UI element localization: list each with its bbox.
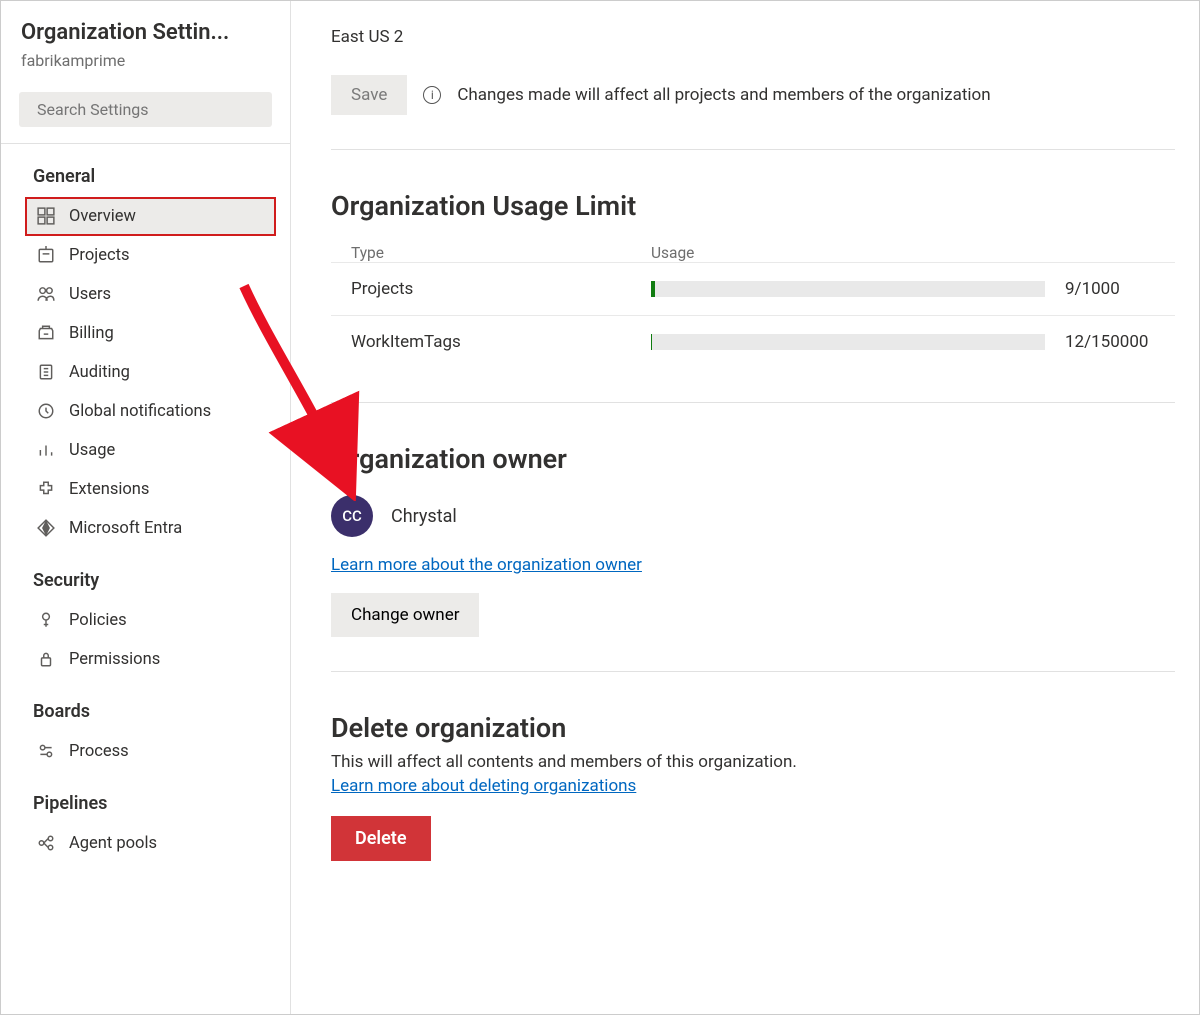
usage-icon	[37, 441, 55, 459]
search-settings-input[interactable]	[37, 100, 262, 119]
scrollbar-up-icon[interactable]: ▲	[290, 1, 291, 15]
sidebar-item-label: Projects	[69, 246, 130, 265]
projects-icon	[37, 246, 55, 264]
sidebar-item-extensions[interactable]: Extensions	[1, 470, 290, 509]
process-icon	[37, 742, 55, 760]
sidebar-item-label: Billing	[69, 324, 114, 343]
save-button[interactable]: Save	[331, 75, 407, 115]
sidebar-item-process[interactable]: Process	[1, 732, 290, 771]
usage-limit-heading: Organization Usage Limit	[331, 190, 1175, 222]
usage-value: 12/150000	[1065, 332, 1175, 352]
usage-bar	[651, 334, 1045, 350]
change-owner-button[interactable]: Change owner	[331, 593, 479, 637]
learn-delete-link[interactable]: Learn more about deleting organizations	[331, 776, 636, 796]
sidebar-item-permissions[interactable]: Permissions	[1, 640, 290, 679]
group-pipelines: Pipelines	[1, 771, 290, 824]
agentpools-icon	[37, 834, 55, 852]
usage-col-type: Type	[331, 244, 651, 262]
sidebar-item-label: Policies	[69, 611, 127, 630]
save-info-text: Changes made will affect all projects an…	[457, 85, 990, 105]
sidebar-item-entra[interactable]: Microsoft Entra	[1, 509, 290, 548]
sidebar-item-label: Overview	[69, 207, 136, 226]
sidebar-item-users[interactable]: Users	[1, 275, 290, 314]
usage-bar	[651, 281, 1045, 297]
divider	[331, 402, 1175, 403]
auditing-icon	[37, 363, 55, 381]
delete-org-heading: Delete organization	[331, 712, 1175, 744]
usage-col-usage: Usage	[651, 244, 694, 262]
sidebar-item-label: Agent pools	[69, 834, 157, 853]
sidebar-item-overview[interactable]: Overview	[25, 197, 276, 236]
sidebar-item-label: Users	[69, 285, 111, 304]
page-title: Organization Settin...	[21, 19, 270, 47]
notification-icon	[37, 402, 55, 420]
sidebar-item-label: Process	[69, 742, 129, 761]
search-settings-box[interactable]	[19, 92, 272, 127]
sidebar-item-usage[interactable]: Usage	[1, 431, 290, 470]
divider	[331, 149, 1175, 150]
sidebar-item-label: Global notifications	[69, 402, 211, 421]
sidebar-item-label: Microsoft Entra	[69, 519, 182, 538]
sidebar-item-projects[interactable]: Projects	[1, 236, 290, 275]
sidebar-item-label: Usage	[69, 441, 115, 460]
group-boards: Boards	[1, 679, 290, 732]
billing-icon	[37, 324, 55, 342]
scrollbar-down-icon[interactable]: ▼	[290, 1000, 291, 1014]
sidebar-item-policies[interactable]: Policies	[1, 601, 290, 640]
sidebar-item-label: Auditing	[69, 363, 130, 382]
usage-type: Projects	[331, 279, 651, 299]
overview-icon	[37, 207, 55, 225]
entra-icon	[37, 519, 55, 537]
scrollbar-thumb[interactable]	[290, 15, 291, 675]
extensions-icon	[37, 480, 55, 498]
permissions-icon	[37, 650, 55, 668]
region-text: East US 2	[331, 27, 1175, 47]
group-general: General	[1, 144, 290, 197]
info-icon: i	[423, 86, 441, 104]
users-icon	[37, 285, 55, 303]
sidebar-item-agent-pools[interactable]: Agent pools	[1, 824, 290, 863]
sidebar-item-label: Permissions	[69, 650, 160, 669]
sidebar-item-auditing[interactable]: Auditing	[1, 353, 290, 392]
sidebar-item-billing[interactable]: Billing	[1, 314, 290, 353]
usage-row-projects: Projects 9/1000	[331, 262, 1175, 315]
usage-value: 9/1000	[1065, 279, 1175, 299]
sidebar-item-label: Extensions	[69, 480, 149, 499]
usage-type: WorkItemTags	[331, 332, 651, 352]
sidebar-item-notifications[interactable]: Global notifications	[1, 392, 290, 431]
policies-icon	[37, 611, 55, 629]
divider	[331, 671, 1175, 672]
org-name-subtitle: fabrikamprime	[21, 51, 270, 70]
delete-org-desc: This will affect all contents and member…	[331, 752, 1175, 772]
usage-row-workitemtags: WorkItemTags 12/150000	[331, 315, 1175, 368]
learn-owner-link[interactable]: Learn more about the organization owner	[331, 555, 642, 575]
org-owner-heading: Organization owner	[331, 443, 1175, 475]
group-security: Security	[1, 548, 290, 601]
delete-button[interactable]: Delete	[331, 816, 431, 861]
owner-avatar: CC	[331, 495, 373, 537]
owner-name: Chrystal	[391, 506, 457, 527]
